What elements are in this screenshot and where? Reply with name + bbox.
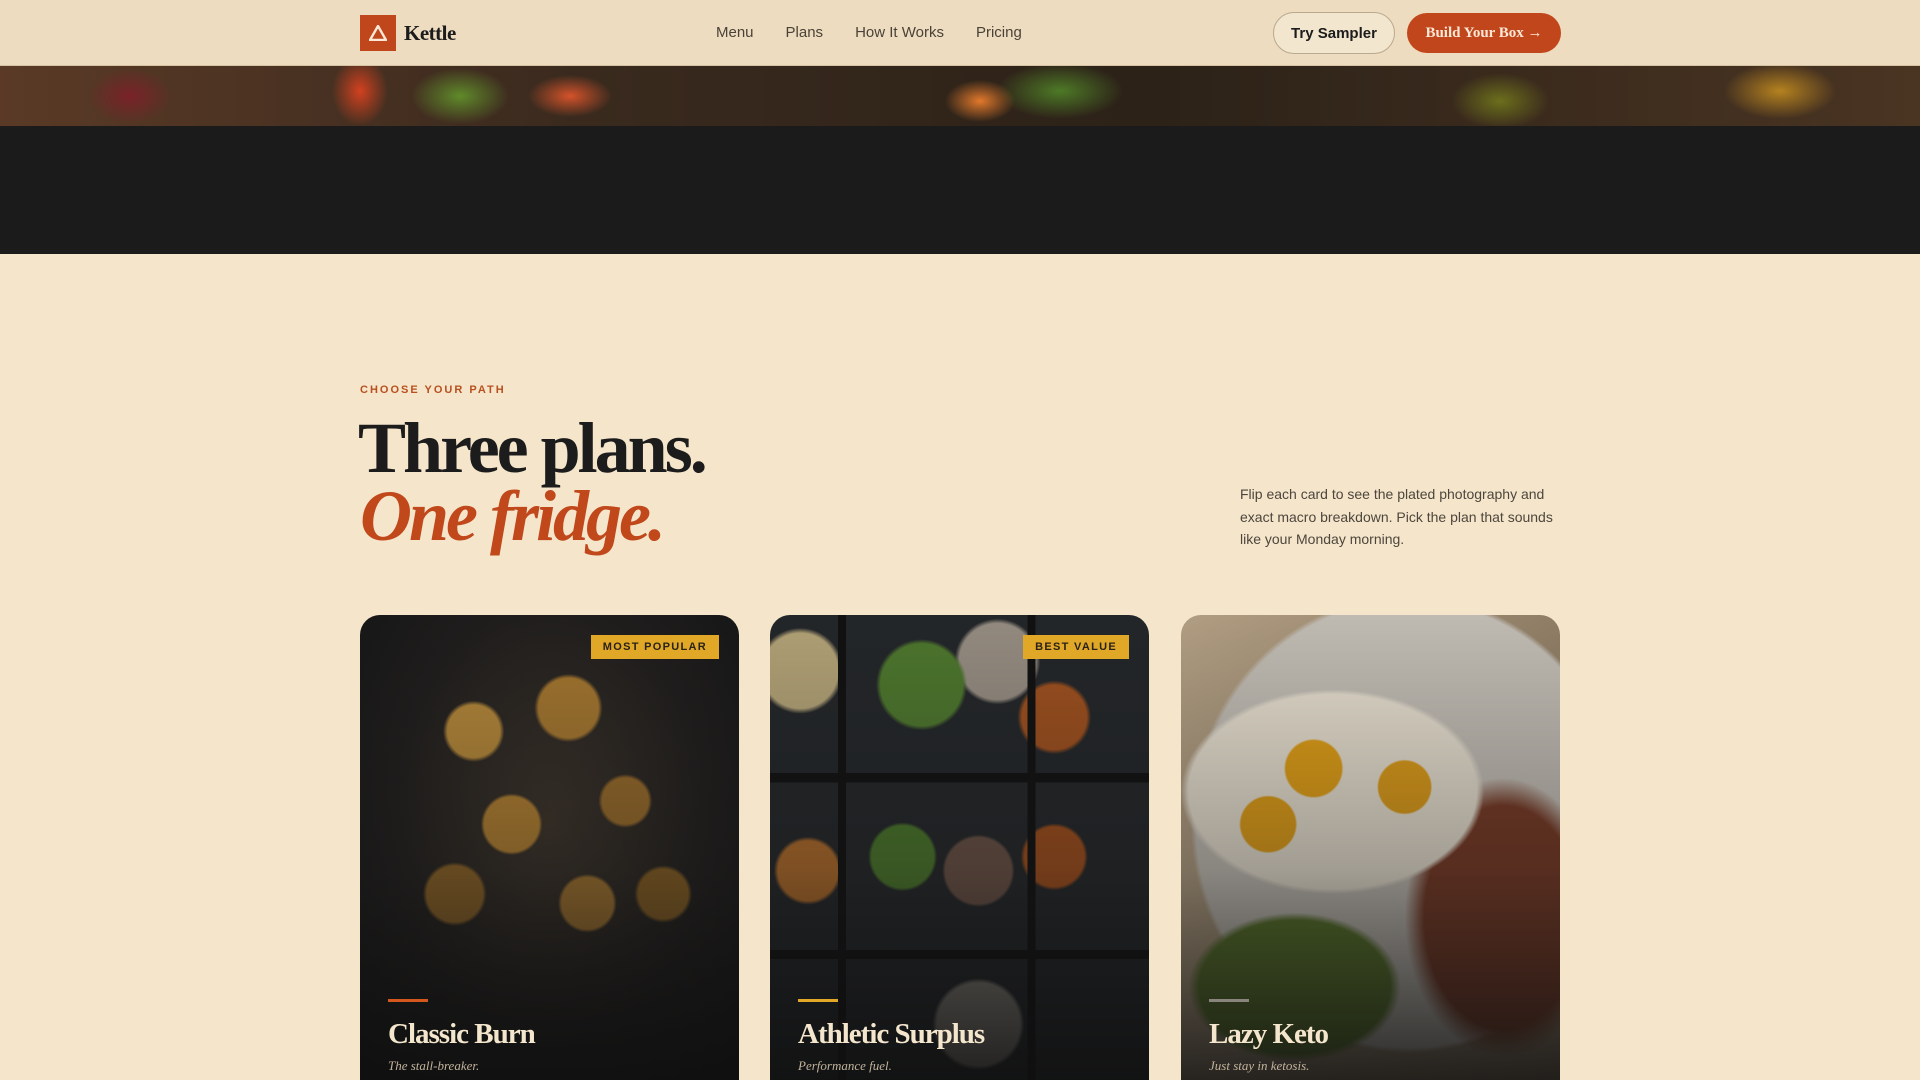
plan-accent-bar [1209,999,1249,1002]
plan-card-lazy-keto[interactable]: Lazy Keto Just stay in ketosis. [1181,615,1560,1080]
brand-logo[interactable]: Kettle [360,15,456,51]
plan-badge: MOST POPULAR [590,635,719,659]
kettle-logo-icon [360,15,396,51]
plan-subtitle: Just stay in ketosis. [1209,1058,1310,1073]
nav-link-pricing[interactable]: Pricing [976,24,1022,42]
section-headline-accent: One fridge. [360,476,666,556]
brand-name: Kettle [404,20,456,45]
plan-subtitle: Performance fuel. [798,1058,892,1073]
roasted-cauliflower-photo [360,615,739,1080]
plan-title: Athletic Surplus [798,1018,985,1050]
nav-link-plans[interactable]: Plans [786,24,824,42]
build-your-box-button[interactable]: Build Your Box → [1407,13,1561,53]
plan-title: Lazy Keto [1209,1018,1329,1050]
eggs-bacon-avocado-photo [1181,615,1560,1080]
top-nav: Kettle Menu Plans How It Works Pricing T… [0,0,1920,66]
plan-title: Classic Burn [388,1018,536,1050]
plan-subtitle: The stall-breaker. [388,1058,480,1073]
try-sampler-button[interactable]: Try Sampler [1273,12,1395,54]
plan-accent-bar [388,999,428,1002]
nav-links: Menu Plans How It Works Pricing [716,24,1022,42]
nav-link-menu[interactable]: Menu [716,24,754,42]
hero-dark-band [0,126,1920,254]
hero-food-image [0,66,1920,126]
nav-link-how-it-works[interactable]: How It Works [855,24,944,42]
meal-prep-containers-photo [770,615,1149,1080]
plan-card-athletic-surplus[interactable]: BEST VALUE Athletic Surplus Performance … [770,615,1149,1080]
plan-badge: BEST VALUE [1023,635,1129,659]
plan-card-classic-burn[interactable]: MOST POPULAR Classic Burn The stall-brea… [360,615,739,1080]
section-eyebrow: CHOOSE YOUR PATH [360,384,506,396]
plan-accent-bar [798,999,838,1002]
section-intro: Flip each card to see the plated photogr… [1240,486,1553,547]
